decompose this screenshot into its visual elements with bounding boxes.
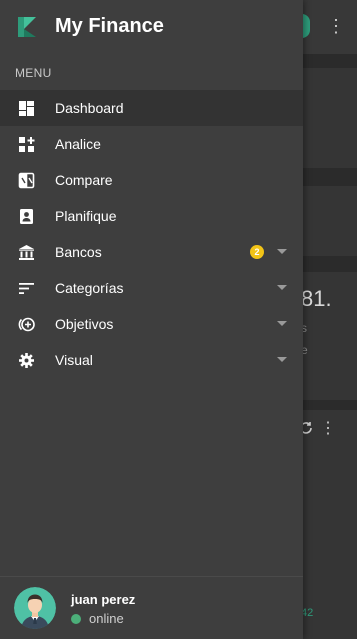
user-name: juan perez [71,592,136,607]
bank-icon [18,244,35,261]
background-number: 81. [301,286,332,311]
nav-item-dashboard[interactable]: Dashboard [0,90,303,126]
nav-item-label: Analice [55,136,101,152]
nav-item-label: Planifique [55,208,117,224]
notification-badge: 2 [250,245,264,259]
dashboard-icon [18,100,35,117]
brand-logo-icon [16,16,38,38]
contact-card-icon [18,208,35,225]
nav-item-visual[interactable]: Visual [0,342,303,378]
sort-icon [18,280,35,297]
user-profile-footer[interactable]: juan perez online [0,576,303,639]
online-status-icon [71,614,81,624]
nav-item-objetivos[interactable]: Objetivos [0,306,303,342]
more-options-icon[interactable]: ⋮ [320,420,336,438]
chevron-down-icon[interactable] [277,285,287,290]
background-card [303,186,357,256]
nav-item-label: Visual [55,352,93,368]
app-title: My Finance [55,15,164,37]
avatar[interactable] [14,587,56,629]
compare-icon [18,172,35,189]
gear-icon [18,352,35,369]
nav-item-compare[interactable]: Compare [0,162,303,198]
brand-header[interactable]: My Finance [0,0,303,54]
menu-section-label: MENU [15,66,52,80]
nav-item-label: Bancos [55,244,102,260]
more-options-icon[interactable]: ⋮ [327,14,345,38]
nav-item-categorias[interactable]: Categorías [0,270,303,306]
nav-item-label: Categorías [55,280,124,296]
add-widget-icon [18,136,35,153]
navigation-drawer: My Finance MENU Dashboard Analice Compar… [0,0,303,639]
nav-item-analice[interactable]: Analice [0,126,303,162]
nav-item-label: Compare [55,172,113,188]
nav-list: Dashboard Analice Compare Planifique Ban… [0,90,303,378]
chevron-down-icon[interactable] [277,321,287,326]
nav-item-bancos[interactable]: Bancos 2 [0,234,303,270]
nav-item-planifique[interactable]: Planifique [0,198,303,234]
background-card [303,410,357,639]
nav-item-label: Objetivos [55,316,114,332]
background-card [303,68,357,168]
chevron-down-icon[interactable] [277,249,287,254]
nav-item-label: Dashboard [55,100,124,116]
add-circle-icon [18,316,35,333]
chevron-down-icon[interactable] [277,357,287,362]
user-status: online [89,611,124,626]
